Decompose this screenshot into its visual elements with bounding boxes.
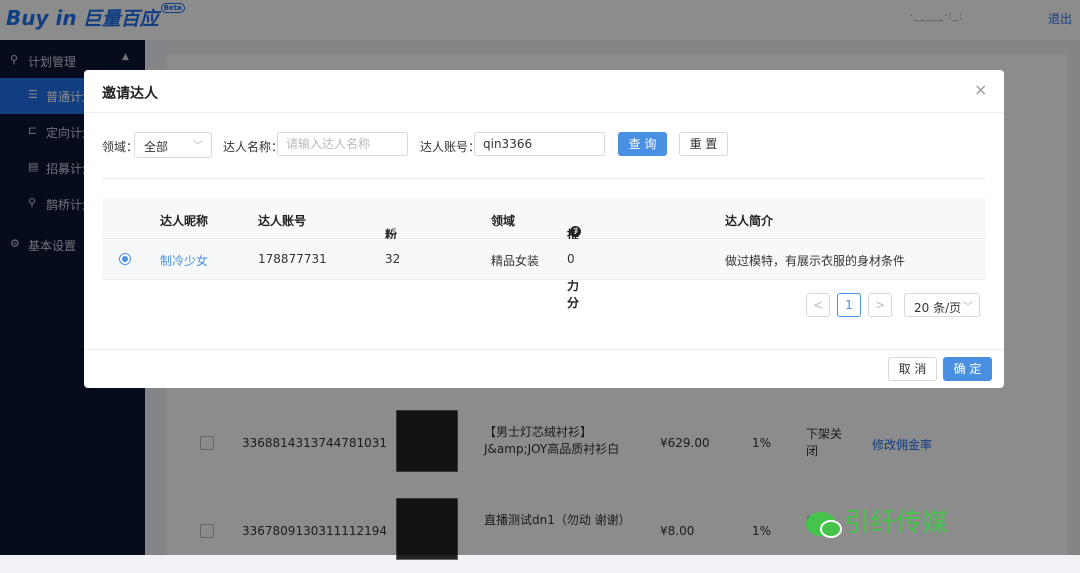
col-account: 达人账号 <box>258 214 307 228</box>
prev-page-button[interactable]: < <box>806 293 830 317</box>
watermark-text: 引纤传媒 <box>844 508 949 538</box>
chevron-down-icon: ﹀ <box>193 141 203 152</box>
promotion-score: 0 <box>567 252 575 266</box>
fans-count: 32 <box>385 252 401 266</box>
sort-icon[interactable]: ⬍ <box>573 226 580 235</box>
influencer-field: 精品女装 <box>491 254 540 268</box>
field-select-value: 全部 <box>144 140 169 154</box>
search-button[interactable]: 查 询 <box>618 132 667 156</box>
modal-title: 邀请达人 <box>102 86 158 102</box>
influencer-name-input[interactable] <box>277 132 408 156</box>
close-icon[interactable]: × <box>974 80 987 99</box>
watermark: 引纤传媒 <box>806 502 948 539</box>
col-nickname: 达人昵称 <box>160 214 209 228</box>
col-field: 领域 <box>491 214 516 228</box>
field-select[interactable]: 全部 ﹀ <box>134 132 212 158</box>
field-label: 领域： <box>102 140 139 154</box>
col-intro: 达人简介 <box>725 214 774 228</box>
influencer-intro: 做过模特，有展示衣服的身材条件 <box>725 254 906 268</box>
table-row[interactable]: 制冷少女 178877731 32 精品女装 0 做过模特，有展示衣服的身材条件 <box>102 239 986 280</box>
influencer-account: 178877731 <box>258 252 327 266</box>
influencer-account-label: 达人账号： <box>420 140 481 154</box>
influencer-account-input[interactable] <box>474 132 605 156</box>
invite-influencer-modal: 邀请达人 × 领域： 全部 ﹀ 达人名称： 达人账号： 查 询 重 置 达人昵称… <box>84 70 1004 388</box>
confirm-button[interactable]: 确 定 <box>943 357 992 381</box>
divider <box>102 178 986 179</box>
row-radio[interactable] <box>119 253 131 265</box>
cancel-button[interactable]: 取 消 <box>888 357 937 381</box>
influencer-nickname-link[interactable]: 制冷少女 <box>160 252 208 269</box>
sort-icon[interactable]: ⬍ <box>391 226 398 235</box>
reset-button[interactable]: 重 置 <box>679 132 728 156</box>
page-size-value: 20 条/页 <box>914 301 962 315</box>
table-header: 达人昵称 达人账号 粉丝量⬍ 领域 推广能力分?⬍ 达人简介 <box>102 198 986 310</box>
influencer-name-label: 达人名称： <box>223 140 284 154</box>
chevron-down-icon: ﹀ <box>963 302 973 313</box>
wechat-icon <box>806 511 842 538</box>
modal-footer-divider <box>84 349 1004 350</box>
next-page-button[interactable]: > <box>868 293 892 317</box>
page-number-button[interactable]: 1 <box>837 293 861 317</box>
page-size-select[interactable]: 20 条/页 ﹀ <box>904 293 980 317</box>
modal-header: 邀请达人 × <box>84 70 1004 113</box>
